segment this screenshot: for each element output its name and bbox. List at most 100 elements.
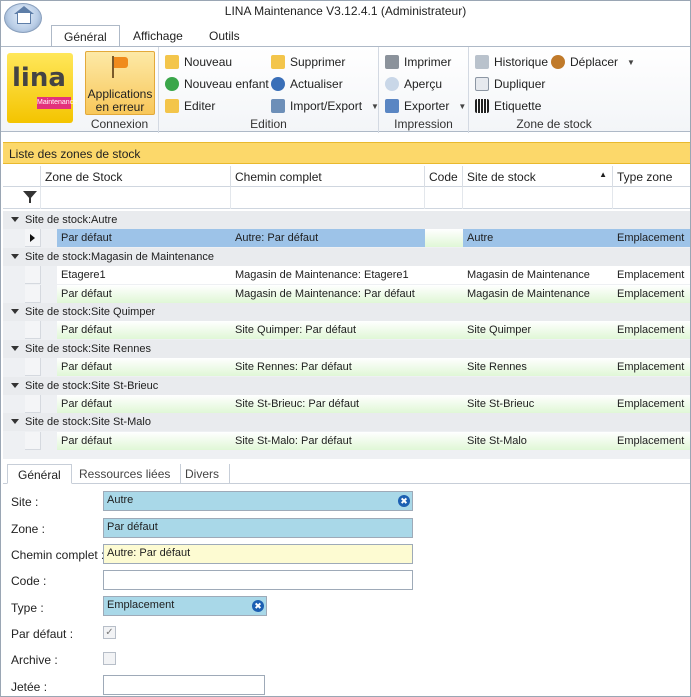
group-row[interactable]: Site de stock:Autre bbox=[3, 211, 690, 229]
row-selector[interactable] bbox=[25, 321, 41, 340]
cell-zone[interactable]: Par défaut bbox=[57, 395, 231, 413]
group-row[interactable]: Site de stock:Site St-Malo bbox=[3, 413, 690, 432]
chemin-complet-field[interactable]: Autre: Par défaut bbox=[103, 544, 413, 564]
filter-chemin-complet[interactable] bbox=[231, 187, 425, 209]
cell-chemin[interactable]: Magasin de Maintenance: Etagere1 bbox=[231, 266, 425, 285]
cell-chemin[interactable]: Site Quimper: Par défaut bbox=[231, 321, 425, 340]
code-field[interactable] bbox=[103, 570, 413, 590]
tab-general[interactable]: Général bbox=[51, 25, 120, 47]
supprimer-button[interactable]: Supprimer bbox=[271, 52, 345, 72]
par-defaut-checkbox[interactable]: ✓ bbox=[103, 626, 116, 639]
cell-site[interactable]: Site Quimper bbox=[463, 321, 613, 340]
nouveau-button[interactable]: Nouveau bbox=[165, 52, 232, 72]
row-selector[interactable] bbox=[25, 395, 41, 413]
cell-type[interactable]: Emplacement bbox=[613, 395, 690, 413]
table-row[interactable]: Par défaut Autre: Par défaut Autre Emplacem… bbox=[3, 229, 690, 248]
cell-zone[interactable]: Par défaut bbox=[57, 431, 231, 450]
group-row[interactable]: Site de stock:Site Rennes bbox=[3, 339, 690, 358]
apercu-button[interactable]: Aperçu bbox=[385, 74, 442, 94]
cell-zone[interactable]: Par défaut bbox=[57, 358, 231, 377]
cell-site[interactable]: Site St-Brieuc bbox=[463, 395, 613, 413]
cell-type[interactable]: Emplacement bbox=[613, 358, 690, 377]
cell-site[interactable]: Site Rennes bbox=[463, 358, 613, 377]
collapse-arrow-icon[interactable] bbox=[11, 345, 19, 351]
table-row[interactable]: Par défaut Site Quimper: Par défaut Site Q… bbox=[3, 321, 690, 340]
table-row[interactable]: Par défaut Magasin de Maintenance: Par dé… bbox=[3, 284, 690, 303]
cell-chemin[interactable]: Site Rennes: Par défaut bbox=[231, 358, 425, 377]
type-field[interactable]: Emplacement ✖ bbox=[103, 596, 267, 616]
table-row[interactable]: Par défaut Site Rennes: Par défaut Site Re… bbox=[3, 358, 690, 377]
clear-type-icon[interactable]: ✖ bbox=[252, 600, 264, 612]
cell-chemin[interactable]: Site St-Brieuc: Par défaut bbox=[231, 395, 425, 413]
cell-zone[interactable]: Etagere1 bbox=[57, 266, 231, 285]
row-selector[interactable] bbox=[25, 431, 41, 450]
tab-affichage[interactable]: Affichage bbox=[121, 25, 195, 47]
deplacer-button[interactable]: Déplacer ▼ bbox=[551, 52, 635, 72]
nouveau-enfant-button[interactable]: Nouveau enfant bbox=[165, 74, 269, 94]
cell-code[interactable] bbox=[425, 358, 463, 377]
row-selector[interactable] bbox=[25, 284, 41, 303]
column-site-de-stock[interactable]: Site de stock ▲ bbox=[463, 166, 613, 187]
column-code[interactable]: Code bbox=[425, 166, 463, 187]
tab-outils[interactable]: Outils bbox=[197, 25, 252, 47]
cell-chemin[interactable]: Site St-Malo: Par défaut bbox=[231, 431, 425, 450]
filter-type-zone[interactable] bbox=[613, 187, 690, 209]
cell-chemin[interactable]: Autre: Par défaut bbox=[231, 229, 425, 248]
collapse-arrow-icon[interactable] bbox=[11, 382, 19, 388]
imprimer-button[interactable]: Imprimer bbox=[385, 52, 451, 72]
historique-button[interactable]: Historique bbox=[475, 52, 548, 72]
collapse-arrow-icon[interactable] bbox=[11, 419, 19, 425]
editer-button[interactable]: Editer bbox=[165, 96, 215, 116]
cell-type[interactable]: Emplacement bbox=[613, 266, 690, 285]
clear-site-icon[interactable]: ✖ bbox=[398, 495, 410, 507]
cell-code[interactable] bbox=[425, 266, 463, 285]
filter-button[interactable] bbox=[3, 187, 41, 209]
filter-site-de-stock[interactable] bbox=[463, 187, 613, 209]
table-row[interactable]: Etagere1 Magasin de Maintenance: Etagere1… bbox=[3, 266, 690, 285]
cell-chemin[interactable]: Magasin de Maintenance: Par défaut bbox=[231, 284, 425, 303]
cell-site[interactable]: Autre bbox=[463, 229, 613, 248]
cell-code[interactable] bbox=[425, 431, 463, 450]
import-export-button[interactable]: Import/Export ▼ bbox=[271, 96, 379, 116]
collapse-arrow-icon[interactable] bbox=[11, 253, 19, 259]
actualiser-button[interactable]: Actualiser bbox=[271, 74, 343, 94]
cell-site[interactable]: Magasin de Maintenance bbox=[463, 266, 613, 285]
cell-code[interactable] bbox=[425, 229, 463, 248]
cell-type[interactable]: Emplacement bbox=[613, 229, 690, 248]
cell-zone[interactable]: Par défaut bbox=[57, 284, 231, 303]
cell-site[interactable]: Site St-Malo bbox=[463, 431, 613, 450]
group-row[interactable]: Site de stock:Site St-Brieuc bbox=[3, 376, 690, 395]
row-selector[interactable] bbox=[25, 266, 41, 285]
cell-zone[interactable]: Par défaut bbox=[57, 321, 231, 340]
archive-checkbox[interactable] bbox=[103, 652, 116, 665]
column-chemin-complet[interactable]: Chemin complet bbox=[231, 166, 425, 187]
filter-code[interactable] bbox=[425, 187, 463, 209]
cell-site[interactable]: Magasin de Maintenance bbox=[463, 284, 613, 303]
collapse-arrow-icon[interactable] bbox=[11, 309, 19, 314]
cell-type[interactable]: Emplacement bbox=[613, 284, 690, 303]
group-row[interactable]: Site de stock:Site Quimper bbox=[3, 303, 690, 321]
column-type-zone[interactable]: Type zone bbox=[613, 166, 690, 187]
cell-type[interactable]: Emplacement bbox=[613, 431, 690, 450]
exporter-button[interactable]: Exporter ▼ bbox=[385, 96, 466, 116]
cell-zone[interactable]: Par défaut bbox=[57, 229, 231, 248]
row-selector[interactable] bbox=[25, 358, 41, 377]
collapse-arrow-icon[interactable] bbox=[11, 217, 19, 222]
dupliquer-button[interactable]: Dupliquer bbox=[475, 74, 545, 94]
jetee-field[interactable] bbox=[103, 675, 265, 695]
group-row[interactable]: Site de stock:Magasin de Maintenance bbox=[3, 247, 690, 266]
table-row[interactable]: Par défaut Site St-Brieuc: Par défaut Site… bbox=[3, 395, 690, 413]
zone-field[interactable]: Par défaut bbox=[103, 518, 413, 538]
cell-type[interactable]: Emplacement bbox=[613, 321, 690, 340]
tab-detail-general[interactable]: Général bbox=[7, 464, 72, 484]
site-field[interactable]: Autre ✖ bbox=[103, 491, 413, 511]
table-row[interactable]: Par défaut Site St-Malo: Par défaut Site S… bbox=[3, 431, 690, 450]
cell-code[interactable] bbox=[425, 284, 463, 303]
tab-divers[interactable]: Divers bbox=[175, 464, 231, 484]
etiquette-button[interactable]: Etiquette bbox=[475, 96, 541, 116]
row-selector[interactable] bbox=[25, 229, 41, 248]
applications-en-erreur-button[interactable]: Applications en erreur bbox=[85, 51, 155, 115]
tab-ressources-liees[interactable]: Ressources liées bbox=[69, 464, 182, 484]
cell-code[interactable] bbox=[425, 321, 463, 340]
cell-code[interactable] bbox=[425, 395, 463, 413]
